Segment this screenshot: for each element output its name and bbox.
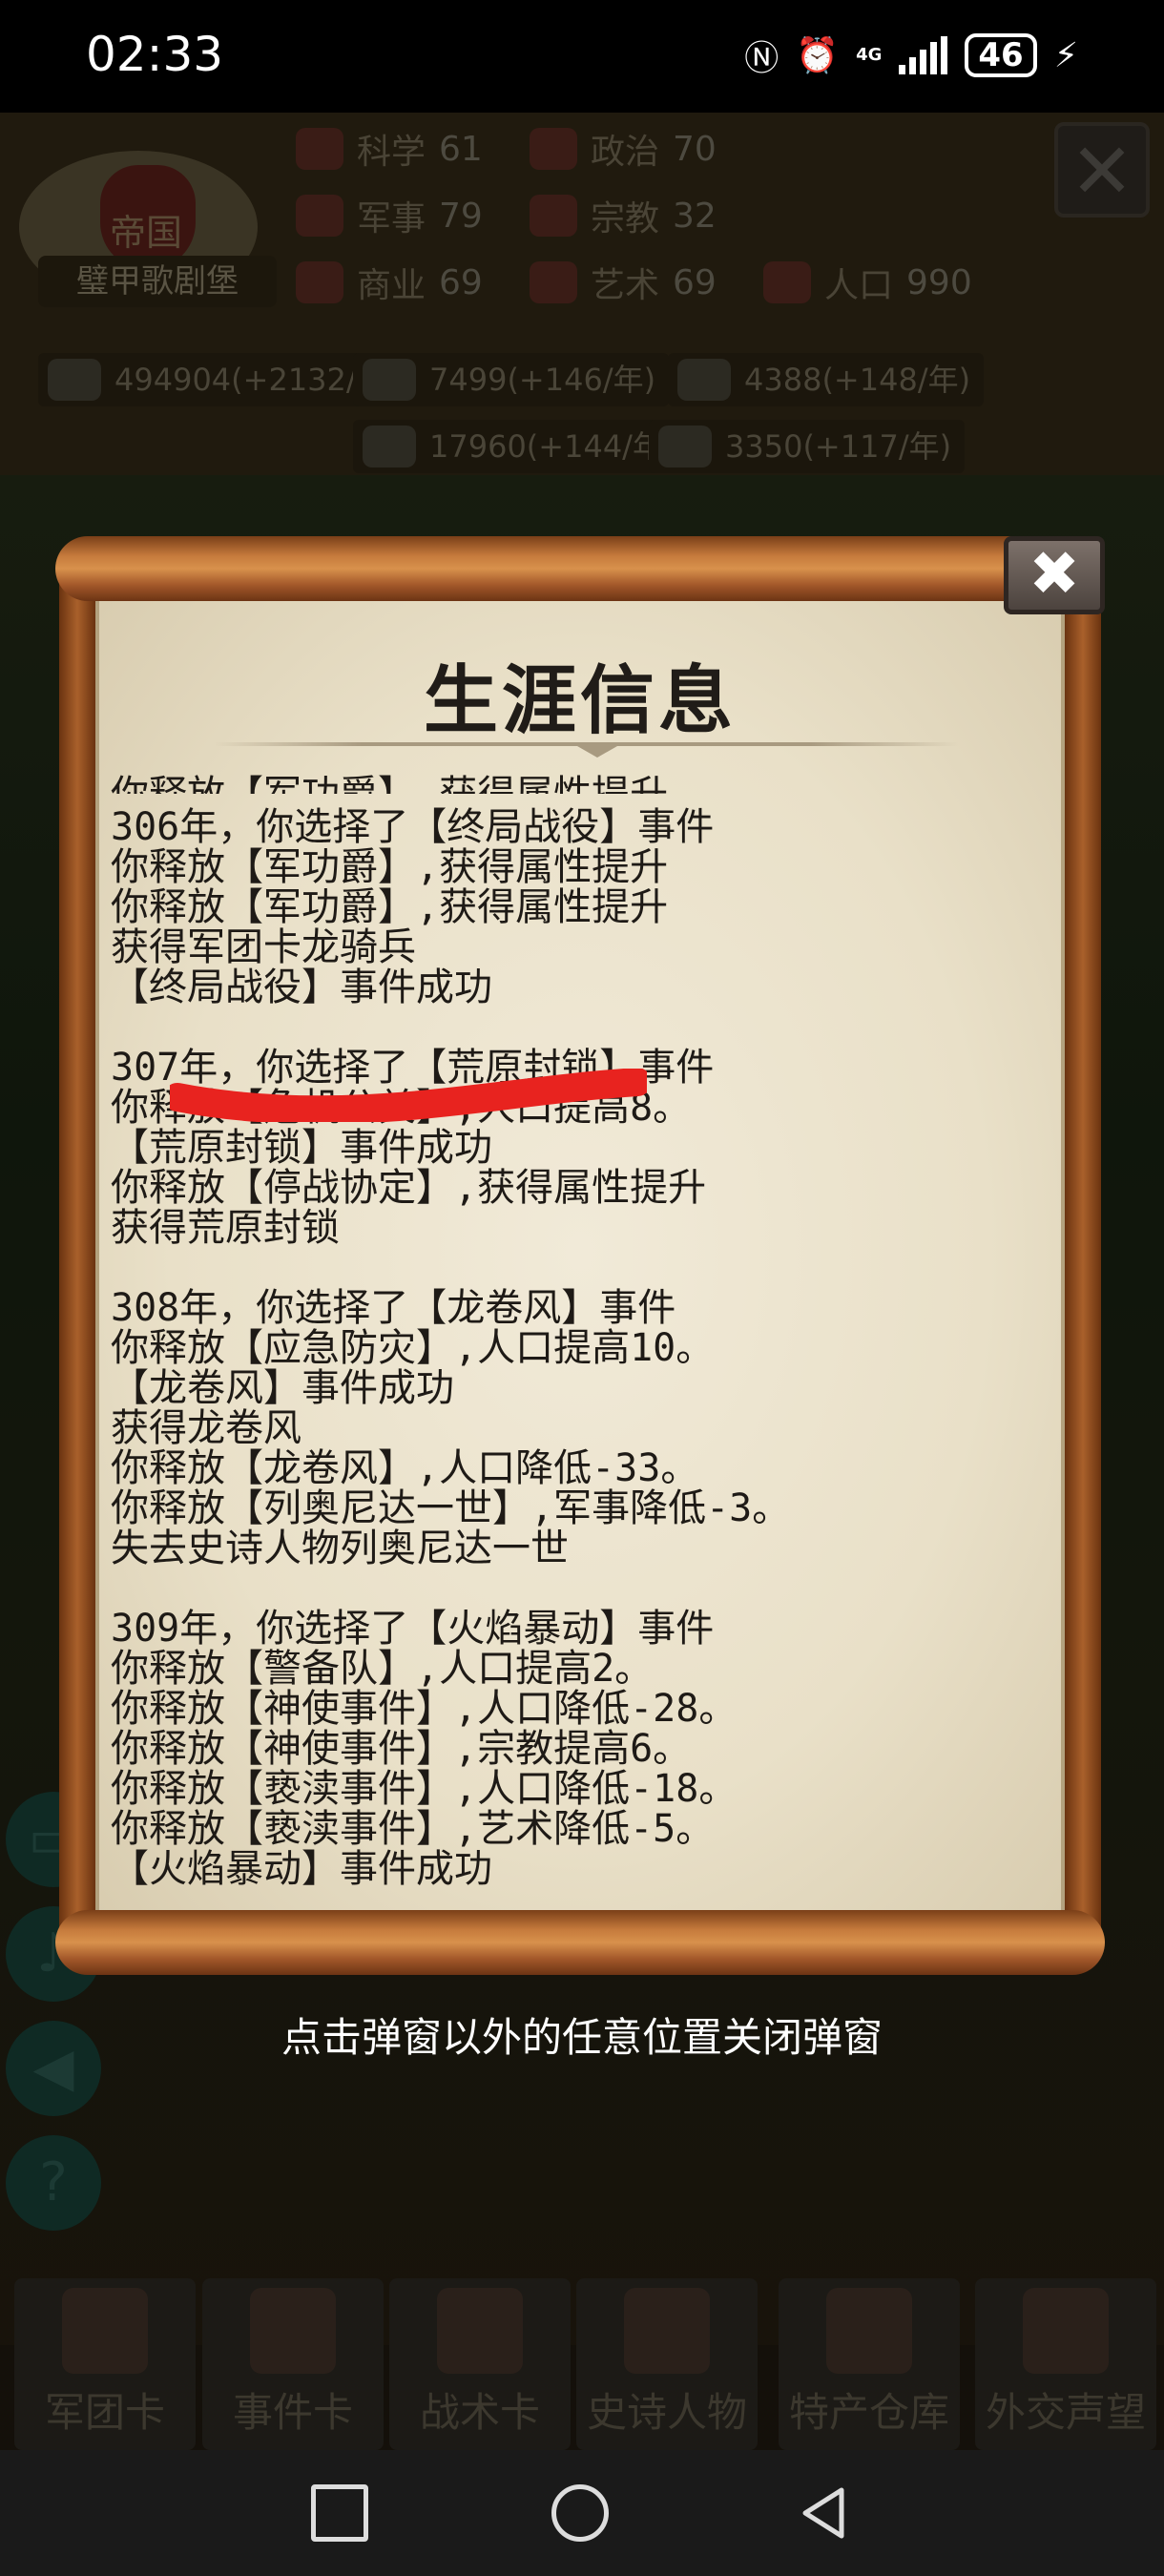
red-scribble-mark	[170, 1069, 647, 1122]
card-bar: 军团卡 事件卡 战术卡 史诗人物 特产仓库 外交声望	[0, 2269, 1164, 2450]
close-hint: 点击弹窗以外的任意位置关闭弹窗	[281, 2014, 883, 2061]
log-line: 你释放【军功爵】,获得属性提升	[111, 885, 669, 929]
stat-religion: 宗教 32	[530, 191, 717, 240]
stat-politics: 政治 70	[530, 124, 717, 174]
log-line: 你释放【警备队】,人口提高2。	[111, 1647, 654, 1691]
log-line: 获得荒原封锁	[111, 1206, 340, 1250]
scroll-rod-bottom	[55, 1910, 1105, 1975]
stat-science: 科学 61	[296, 124, 483, 174]
swords-icon	[296, 195, 343, 237]
card-event[interactable]: 事件卡	[202, 2278, 384, 2450]
card-tactic[interactable]: 战术卡	[389, 2278, 571, 2450]
status-icons: Ⓝ ⏰ 4G 46 ⚡	[744, 31, 1078, 80]
log-line: 你释放【亵渎事件】,艺术降低-5。	[111, 1807, 715, 1851]
resource-meat: 3350(+117/年)	[649, 420, 966, 473]
title-divider-tip	[571, 742, 624, 758]
recents-button[interactable]	[311, 2484, 368, 2542]
person-icon	[763, 261, 811, 303]
background-close-icon: ✕	[1054, 122, 1150, 218]
modal-title: 生涯信息	[423, 658, 737, 744]
close-icon[interactable]: ✖	[1004, 536, 1105, 614]
weapon-icon	[677, 359, 731, 401]
scroll-edge-left	[59, 574, 95, 1929]
log-line: 你释放【列奥尼达一世】,军事降低-3。	[111, 1486, 791, 1530]
kingdom-name: 璧甲歌剧堡	[38, 256, 277, 307]
crossed-swords-icon	[437, 2288, 523, 2374]
stat-military: 军事 79	[296, 191, 483, 240]
scroll-icon	[250, 2288, 336, 2374]
log-line: 失去史诗人物列奥尼达一世	[111, 1527, 569, 1570]
log-blank-line	[111, 1008, 1055, 1048]
alarm-icon: ⏰	[796, 36, 840, 75]
card-legion[interactable]: 军团卡	[14, 2278, 196, 2450]
back-button[interactable]	[796, 2484, 853, 2542]
career-info-modal: 生涯信息 你释放【军功爵】,获得属性提升 306年，你选择了【终局战役】事件你释…	[55, 536, 1105, 1986]
envelope-icon	[1023, 2288, 1109, 2374]
scroll-edge-right	[1065, 574, 1101, 1929]
network-type: 4G	[856, 45, 883, 65]
nfc-icon: Ⓝ	[744, 39, 779, 78]
log-line: 你释放【龙卷风】,人口降低-33。	[111, 1446, 699, 1490]
status-time: 02:33	[86, 27, 224, 82]
stat-art: 艺术 69	[530, 258, 717, 307]
meat-icon	[658, 426, 712, 467]
log-line: 你释放【应急防灾】,人口提高10。	[111, 1326, 715, 1370]
log-line: 你释放【军功爵】,获得属性提升	[111, 845, 669, 889]
cross-icon	[530, 195, 577, 237]
chest-icon	[826, 2288, 912, 2374]
stat-population: 人口 990	[763, 258, 972, 307]
log-line: 你释放【神使事件】,宗教提高6。	[111, 1727, 692, 1771]
log-line: 获得龙卷风	[111, 1406, 301, 1450]
scroll-rod-top	[55, 536, 1105, 601]
card-epic[interactable]: 史诗人物	[576, 2278, 758, 2450]
kingdom-type: 帝国	[110, 212, 183, 254]
log-line: 你释放【亵渎事件】,人口降低-18。	[111, 1767, 738, 1811]
kingdom-emblem[interactable]: 帝国 璧甲歌剧堡	[19, 132, 277, 332]
log-line: 获得军团卡龙骑兵	[111, 925, 416, 969]
log-blank-line	[111, 1568, 1055, 1609]
helmet-icon	[62, 2288, 148, 2374]
career-log[interactable]: 你释放【军功爵】,获得属性提升 306年，你选择了【终局战役】事件你释放【军功爵…	[111, 775, 1055, 1891]
card-warehouse[interactable]: 特产仓库	[779, 2278, 960, 2450]
resource-weapons: 4388(+148/年)	[668, 353, 985, 406]
card-diplomacy[interactable]: 外交声望	[975, 2278, 1156, 2450]
log-line: 你释放【停战协定】,获得属性提升	[111, 1166, 707, 1210]
coins-icon	[48, 359, 101, 401]
resource-iron: 7499(+146/年)	[353, 353, 670, 406]
ingot-icon	[363, 359, 416, 401]
log-line: 【终局战役】事件成功	[111, 966, 492, 1009]
log-line: 【龙卷风】事件成功	[111, 1366, 454, 1410]
planet-icon	[296, 128, 343, 170]
log-line: 【荒原封锁】事件成功	[111, 1126, 492, 1170]
log-line: 你释放【神使事件】,人口降低-28。	[111, 1687, 738, 1731]
scroll-paper: 生涯信息 你释放【军功爵】,获得属性提升 306年，你选择了【终局战役】事件你释…	[95, 584, 1065, 1920]
kingdom-stats-bar: 帝国 璧甲歌剧堡 科学 61 政治 70 军事 79 宗教 32 商业 69 艺术 69 人…	[0, 113, 1164, 475]
signal-icon	[899, 36, 948, 74]
navigation-bar	[0, 2450, 1164, 2576]
log-line: 308年，你选择了【龙卷风】事件	[111, 1286, 676, 1330]
log-line: 309年，你选择了【火焰暴动】事件	[111, 1607, 715, 1651]
charging-icon: ⚡	[1053, 35, 1078, 75]
resource-ore: 17960(+144/年)	[353, 420, 689, 473]
log-line: 306年，你选择了【终局战役】事件	[111, 805, 715, 849]
log-cut-line: 你释放【军功爵】,获得属性提升	[111, 775, 1055, 794]
scale-icon	[296, 261, 343, 303]
status-bar: 02:33 Ⓝ ⏰ 4G 46 ⚡	[0, 0, 1164, 113]
stat-commerce: 商业 69	[296, 258, 483, 307]
ore-icon	[363, 426, 416, 467]
home-button[interactable]	[551, 2484, 609, 2542]
crown-icon	[624, 2288, 710, 2374]
lotus-icon	[530, 261, 577, 303]
help-icon[interactable]: ?	[6, 2135, 101, 2231]
log-line: 【火焰暴动】事件成功	[111, 1847, 492, 1891]
battery-level: 46	[965, 33, 1037, 77]
building-icon	[530, 128, 577, 170]
log-blank-line	[111, 1248, 1055, 1288]
log-lines: 306年，你选择了【终局战役】事件 你释放【军功爵】,获得属性提升 你释放【军功爵】…	[111, 807, 1055, 1889]
